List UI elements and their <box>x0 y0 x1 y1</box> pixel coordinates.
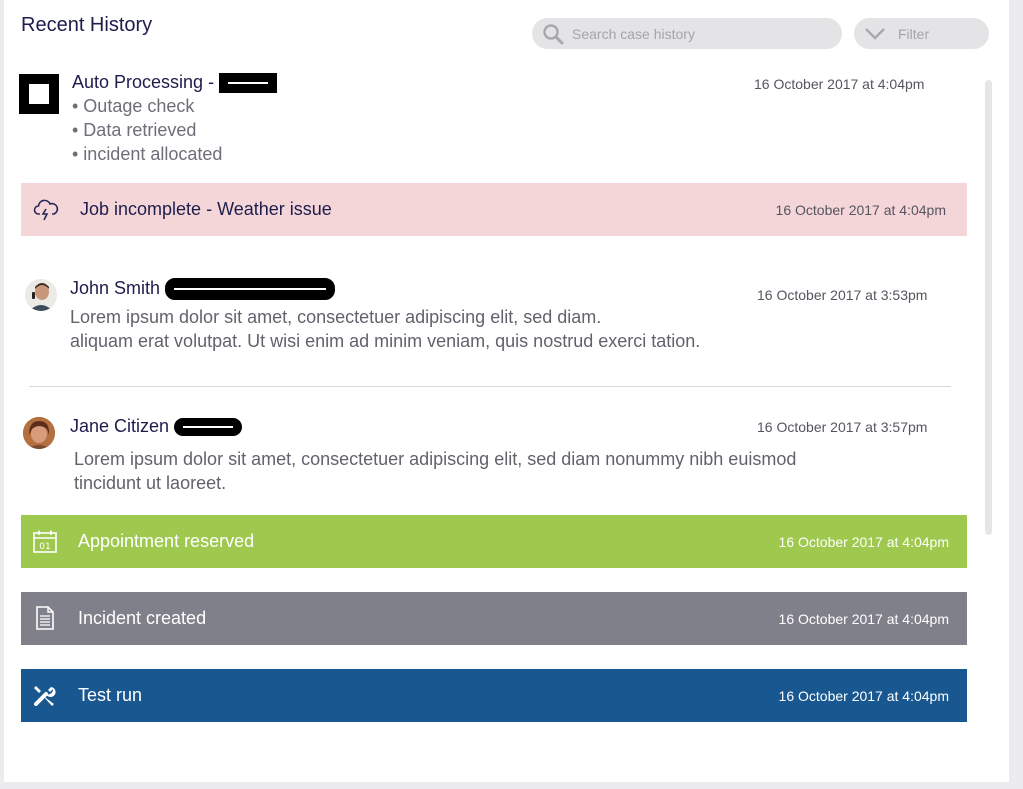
avatar <box>25 279 57 311</box>
filter-label: Filter <box>898 25 930 42</box>
entry-name: Auto Processing - <box>72 72 215 92</box>
bullet-item: • incident allocated <box>72 144 223 165</box>
entry-text: aliquam erat volutpat. Ut wisi enim ad m… <box>70 331 701 352</box>
document-icon <box>36 606 54 630</box>
auto-processing-logo <box>19 74 59 114</box>
person-avatar-icon <box>23 417 55 449</box>
appointment-reserved-bar[interactable]: 01 Appointment reserved 16 October 2017 … <box>21 515 967 568</box>
john-smith-entry: John Smith Lorem ipsum dolor sit amet, c… <box>70 278 700 353</box>
bar-label: Incident created <box>78 608 207 628</box>
entry-timestamp: 16 October 2017 at 4:04pm <box>754 76 925 92</box>
divider <box>29 386 951 387</box>
calendar-day-text: 01 <box>39 542 50 552</box>
redacted-text <box>219 73 278 94</box>
jane-citizen-entry: Jane Citizen Lorem ipsum dolor sit amet,… <box>70 416 796 495</box>
chevron-down-icon <box>865 27 885 40</box>
calendar-icon: 01 <box>33 530 57 553</box>
scrollbar[interactable] <box>985 80 992 535</box>
page-title: Recent History <box>21 14 153 36</box>
entry-timestamp: 16 October 2017 at 3:53pm <box>757 287 928 303</box>
avatar <box>23 417 55 449</box>
entry-text: Lorem ipsum dolor sit amet, consectetuer… <box>70 307 602 328</box>
filter-button[interactable]: Filter <box>854 18 989 49</box>
search-box[interactable] <box>532 18 842 49</box>
incident-created-bar[interactable]: Incident created 16 October 2017 at 4:04… <box>21 592 967 645</box>
bullet-item: • Data retrieved <box>72 120 197 141</box>
auto-processing-entry: Auto Processing - • Outage check • Data … <box>72 72 278 166</box>
search-icon <box>543 23 564 44</box>
entry-name: Jane Citizen <box>70 416 170 436</box>
job-incomplete-bar[interactable]: Job incomplete - Weather issue 16 Octobe… <box>21 183 967 236</box>
entry-timestamp: 16 October 2017 at 4:04pm <box>775 201 946 218</box>
entry-timestamp: 16 October 2017 at 4:04pm <box>778 533 949 550</box>
redacted-text <box>165 278 336 301</box>
entry-timestamp: 16 October 2017 at 4:04pm <box>778 610 949 627</box>
storm-cloud-icon <box>33 199 59 221</box>
bullet-item: • Outage check <box>72 96 195 117</box>
bar-label: Job incomplete - Weather issue <box>80 199 332 219</box>
test-run-bar[interactable]: Test run 16 October 2017 at 4:04pm <box>21 669 967 722</box>
person-avatar-icon <box>25 279 57 311</box>
entry-text: tincidunt ut laoreet. <box>74 473 227 493</box>
history-panel: Recent History Filter Auto Processing - … <box>4 0 1009 782</box>
entry-timestamp: 16 October 2017 at 3:57pm <box>757 419 928 435</box>
bar-label: Appointment reserved <box>78 531 255 551</box>
redacted-text <box>174 418 243 437</box>
entry-timestamp: 16 October 2017 at 4:04pm <box>778 687 949 704</box>
entry-text: Lorem ipsum dolor sit amet, consectetuer… <box>74 449 797 469</box>
entry-name: John Smith <box>70 278 161 298</box>
search-input[interactable] <box>572 25 822 42</box>
bar-label: Test run <box>78 685 143 705</box>
wrench-screwdriver-icon <box>34 686 56 706</box>
